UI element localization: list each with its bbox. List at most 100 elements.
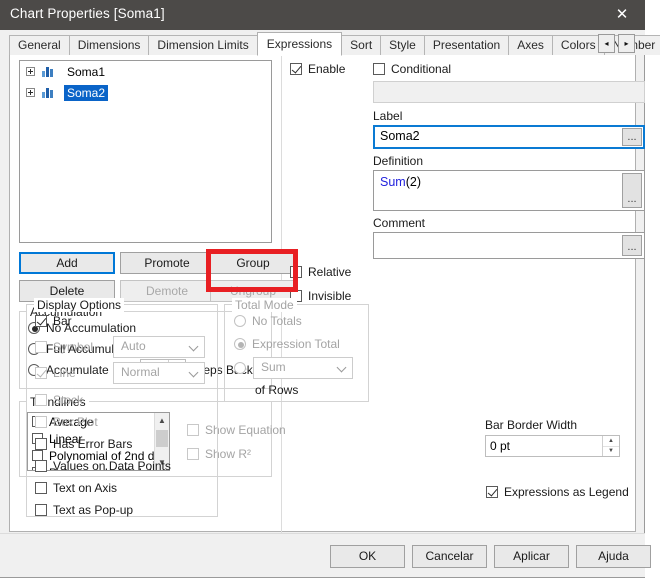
- checkbox-icon[interactable]: [35, 482, 47, 494]
- tree-item-label: Soma1: [67, 64, 106, 79]
- add-button[interactable]: Add: [19, 252, 115, 274]
- conditional-checkbox[interactable]: Conditional: [373, 62, 451, 76]
- checkbox-icon[interactable]: [290, 266, 302, 278]
- tab-expressions[interactable]: Expressions: [256, 32, 343, 56]
- comment-browse-button[interactable]: ...: [622, 235, 642, 256]
- bar-border-width-stepper[interactable]: 0 pt ▲ ▼: [485, 435, 620, 457]
- tree-item-soma2[interactable]: Soma2: [20, 82, 271, 103]
- invisible-checkbox[interactable]: Invisible: [290, 289, 351, 303]
- bar-chart-icon: [42, 87, 56, 98]
- display-options-title: Display Options: [34, 298, 125, 312]
- label-browse-button[interactable]: ...: [622, 128, 642, 146]
- definition-caption: Definition: [373, 154, 424, 168]
- group-button[interactable]: Group: [210, 252, 296, 274]
- radio-no-totals: No Totals: [234, 314, 302, 328]
- help-button[interactable]: Ajuda: [576, 545, 651, 568]
- line-combo-value: Normal: [121, 365, 160, 379]
- display-line-checkbox: Line: [35, 366, 76, 380]
- bar-border-width-caption: Bar Border Width: [485, 418, 578, 432]
- checkbox-icon: [35, 367, 47, 379]
- radio-icon: [234, 362, 246, 374]
- stepper-down-icon[interactable]: ▼: [603, 445, 619, 457]
- invisible-label: Invisible: [308, 289, 352, 303]
- display-option-label: Has Error Bars: [53, 437, 133, 451]
- display-option-label: Text on Axis: [53, 481, 118, 495]
- tree-item-label: Soma2: [64, 84, 109, 101]
- expressions-tree[interactable]: Soma1 Soma2: [19, 60, 272, 243]
- tab-colors[interactable]: Colors: [551, 35, 605, 55]
- checkbox-icon[interactable]: [35, 315, 47, 327]
- tab-scroll-controls: ◂ ▸: [598, 34, 635, 53]
- radio-icon: [234, 338, 246, 350]
- demote-button: Demote: [120, 280, 214, 302]
- tab-presentation[interactable]: Presentation: [423, 35, 510, 55]
- definition-browse-button[interactable]: ...: [622, 173, 642, 208]
- display-option-label: Values on Data Points: [53, 459, 171, 473]
- apply-button[interactable]: Aplicar: [494, 545, 569, 568]
- chevron-right-icon[interactable]: ▸: [618, 34, 635, 53]
- relative-checkbox[interactable]: Relative: [290, 265, 351, 279]
- total-mode-group: Total Mode No Totals Expression Total Su…: [224, 298, 369, 402]
- checkbox-icon[interactable]: [35, 438, 47, 450]
- comment-input[interactable]: [373, 232, 645, 259]
- checkbox-icon[interactable]: [35, 460, 47, 472]
- display-stock-checkbox: Stock: [35, 393, 83, 407]
- display-options-group: Display Options Bar Symbol Auto Line Nor…: [26, 298, 218, 517]
- display-option-label: Bar: [53, 314, 72, 328]
- close-icon[interactable]: ✕: [599, 0, 645, 30]
- bar-chart-icon: [42, 66, 56, 77]
- window-title: Chart Properties [Soma1]: [10, 6, 165, 21]
- tab-bar: General Dimensions Dimension Limits Expr…: [0, 30, 660, 56]
- conditional-input: [373, 81, 645, 103]
- expand-plus-icon[interactable]: [26, 88, 35, 97]
- radio-icon: [234, 315, 246, 327]
- tab-general[interactable]: General: [9, 35, 70, 55]
- display-option-label: Text as Pop-up: [53, 503, 134, 517]
- definition-input[interactable]: Sum(2): [373, 170, 645, 211]
- radio-label: Expression Total: [252, 337, 340, 351]
- enable-checkbox[interactable]: Enable: [290, 62, 345, 76]
- tab-sort[interactable]: Sort: [341, 35, 382, 55]
- display-values-on-data-points-checkbox[interactable]: Values on Data Points: [35, 459, 171, 473]
- display-text-on-axis-checkbox[interactable]: Text on Axis: [35, 481, 117, 495]
- chevron-down-icon: [336, 362, 347, 373]
- aggregate-combo-value: Sum: [261, 360, 286, 374]
- stepper-up-icon[interactable]: ▲: [603, 436, 619, 446]
- tab-style[interactable]: Style: [380, 35, 425, 55]
- checkbox-icon[interactable]: [290, 63, 302, 75]
- tree-item-soma1[interactable]: Soma1: [20, 61, 271, 82]
- definition-keyword: Sum: [380, 175, 406, 189]
- chevron-left-icon[interactable]: ◂: [598, 34, 615, 53]
- display-text-as-popup-checkbox[interactable]: Text as Pop-up: [35, 503, 133, 517]
- dialog-button-bar: OK Cancelar Aplicar Ajuda: [0, 533, 651, 577]
- ok-button[interactable]: OK: [330, 545, 405, 568]
- cancel-button[interactable]: Cancelar: [412, 545, 487, 568]
- conditional-label: Conditional: [391, 62, 452, 76]
- expand-plus-icon[interactable]: [26, 67, 35, 76]
- chart-properties-dialog: Chart Properties [Soma1] ✕ General Dimen…: [0, 0, 660, 578]
- label-input[interactable]: Soma2: [373, 125, 645, 149]
- comment-caption: Comment: [373, 216, 426, 230]
- radio-aggregate: [234, 362, 246, 374]
- bar-border-width-value: 0 pt: [490, 439, 511, 453]
- enable-label: Enable: [308, 62, 346, 76]
- checkbox-icon[interactable]: [35, 504, 47, 516]
- tab-dimension-limits[interactable]: Dimension Limits: [148, 35, 258, 55]
- tab-dimensions[interactable]: Dimensions: [68, 35, 150, 55]
- title-bar: Chart Properties [Soma1] ✕: [0, 0, 645, 30]
- expressions-page: Soma1 Soma2 Add Promote Group Delete Dem…: [9, 54, 645, 533]
- checkbox-icon[interactable]: [373, 63, 385, 75]
- display-has-error-bars-checkbox[interactable]: Has Error Bars: [35, 437, 132, 451]
- stepper-arrows[interactable]: ▲ ▼: [602, 436, 619, 456]
- display-option-label: Symbol: [53, 340, 94, 354]
- checkbox-icon[interactable]: [486, 486, 498, 498]
- tab-axes[interactable]: Axes: [508, 35, 553, 55]
- definition-rest: (2): [405, 175, 421, 189]
- relative-label: Relative: [308, 265, 352, 279]
- of-rows-label: of Rows: [255, 383, 299, 397]
- radio-expression-total: Expression Total: [234, 337, 340, 351]
- label-caption: Label: [373, 109, 403, 123]
- display-bar-checkbox[interactable]: Bar: [35, 314, 72, 328]
- expressions-as-legend-checkbox[interactable]: Expressions as Legend: [486, 485, 629, 499]
- promote-button[interactable]: Promote: [120, 252, 214, 274]
